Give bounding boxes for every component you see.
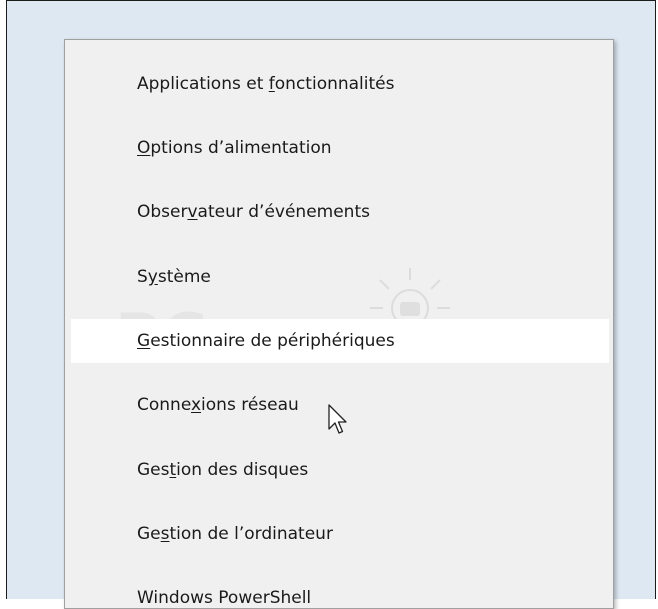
menu-item-windows-powershell[interactable]: Windows PowerShell xyxy=(65,576,613,608)
menu-item-label-pre: Conne xyxy=(137,395,191,415)
menu-item-label-pre: Windows PowerShell xyxy=(137,588,312,608)
menu-item-device-manager[interactable]: Gestionnaire de périphériques xyxy=(71,319,609,363)
menu-item-accesskey: G xyxy=(137,331,151,351)
menu-item-computer-management[interactable]: Gestion de l’ordinateur xyxy=(65,512,613,556)
menu-item-label-post: estionnaire de périphériques xyxy=(150,331,395,351)
menu-item-label-post: ion des disques xyxy=(176,460,309,480)
menu-item-event-viewer[interactable]: Observateur d’événements xyxy=(65,190,613,234)
menu-item-accesskey: x xyxy=(190,395,202,415)
menu-item-accesskey: O xyxy=(137,138,151,158)
menu-item-power-options[interactable]: Options d’alimentation xyxy=(65,126,613,170)
menu-item-label-pre: Applications et xyxy=(137,74,269,94)
menu-item-label-post: ptions d’alimentation xyxy=(150,138,332,158)
menu-item-label-post: stème xyxy=(157,267,211,287)
menu-item-system[interactable]: Système xyxy=(65,255,613,299)
menu-item-apps-features[interactable]: Applications et fonctionnalités xyxy=(65,62,613,106)
menu-item-accesskey: y xyxy=(147,267,158,287)
menu-item-label-post: ateur d’événements xyxy=(197,202,370,222)
menu-item-label-pre: Obser xyxy=(137,202,188,222)
winx-context-menu: PCASTUCES Applications et fonctionnalité… xyxy=(64,39,614,609)
mouse-pointer-icon xyxy=(328,404,347,434)
menu-item-label-post: onctionnalités xyxy=(274,74,395,94)
menu-item-accesskey: s xyxy=(160,524,170,544)
menu-item-label-pre: Ge xyxy=(137,524,161,544)
menu-item-label-post: ions réseau xyxy=(201,395,299,415)
menu-item-label-pre: Ges xyxy=(137,460,170,480)
menu-item-label-pre: S xyxy=(137,267,148,287)
menu-item-disk-management[interactable]: Gestion des disques xyxy=(65,448,613,492)
menu-item-accesskey: v xyxy=(187,202,198,222)
menu-item-label-post: tion de l’ordinateur xyxy=(169,524,333,544)
